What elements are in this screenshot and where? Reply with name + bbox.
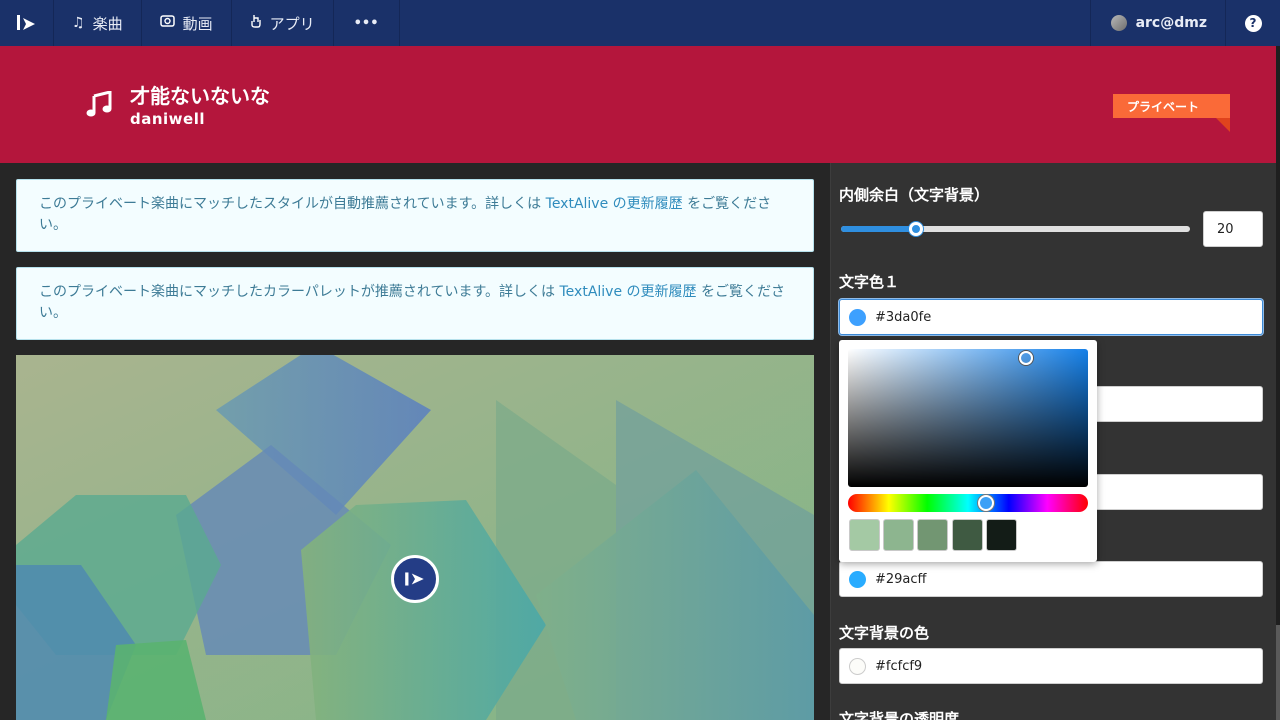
notice-text: このプライベート楽曲にマッチしたスタイルが自動推薦されています。詳しくは xyxy=(39,196,546,212)
style-recommendation-notice: このプライベート楽曲にマッチしたスタイルが自動推薦されています。詳しくは Tex… xyxy=(16,179,814,252)
text-bg-color-value: #fcfcf9 xyxy=(875,658,923,674)
hue-slider-handle[interactable] xyxy=(978,495,994,511)
changelog-link[interactable]: TextAlive の更新履歴 xyxy=(546,196,683,212)
text-color2-field[interactable]: #29acff xyxy=(839,561,1263,597)
text-color1-swatch xyxy=(849,308,866,326)
preset-swatch-5[interactable] xyxy=(986,519,1017,551)
changelog-link[interactable]: TextAlive の更新履歴 xyxy=(560,284,697,300)
text-bg-color-label: 文字背景の色 xyxy=(839,624,930,642)
padding-slider-fill xyxy=(841,226,916,232)
text-color1-field[interactable]: #3da0fe xyxy=(839,299,1263,335)
music-note-icon xyxy=(86,91,112,117)
page-scrollbar-track[interactable] xyxy=(1276,46,1280,720)
textalive-logo-icon xyxy=(16,15,35,30)
notice-text: このプライベート楽曲にマッチしたカラーパレットが推薦されています。詳しくは xyxy=(39,284,560,300)
saturation-value-handle[interactable] xyxy=(1019,351,1033,365)
nav-more-button[interactable]: ••• xyxy=(334,0,400,46)
text-color1-label: 文字色１ xyxy=(839,273,900,291)
preset-swatch-1[interactable] xyxy=(849,519,880,551)
help-button[interactable]: ? xyxy=(1226,0,1280,46)
help-icon: ? xyxy=(1244,14,1262,32)
textalive-logo[interactable] xyxy=(0,0,54,46)
text-bg-color-swatch xyxy=(849,657,866,675)
play-logo-icon xyxy=(405,572,424,586)
private-badge-fold xyxy=(1216,118,1230,132)
nav-videos[interactable]: 動画 xyxy=(142,0,232,46)
nav-videos-label: 動画 xyxy=(182,14,213,33)
text-color2-value: #29acff xyxy=(875,571,927,587)
song-artist: daniwell xyxy=(130,110,205,128)
user-menu[interactable]: arc@dmz xyxy=(1089,0,1226,46)
song-title: 才能ないないな xyxy=(130,84,270,108)
preset-swatch-2[interactable] xyxy=(883,519,914,551)
preset-swatch-3[interactable] xyxy=(917,519,948,551)
more-dots-icon: ••• xyxy=(353,15,379,31)
user-name: arc@dmz xyxy=(1135,15,1207,31)
saturation-value-area[interactable] xyxy=(848,349,1088,487)
padding-label: 内側余白（文字背景） xyxy=(839,186,990,204)
text-color2-swatch xyxy=(849,570,866,588)
nav-songs-label: 楽曲 xyxy=(92,14,123,33)
nav-apps-label: アプリ xyxy=(269,14,315,33)
song-banner: 才能ないないな daniwell プライベート xyxy=(0,46,1276,163)
video-icon xyxy=(159,15,175,31)
hue-slider[interactable] xyxy=(848,494,1088,512)
private-badge: プライベート xyxy=(1113,94,1230,118)
music-note-icon: ♫ xyxy=(72,15,85,31)
avatar xyxy=(1110,15,1127,31)
palette-recommendation-notice: このプライベート楽曲にマッチしたカラーパレットが推薦されています。詳しくは Te… xyxy=(16,267,814,340)
top-navigation: ♫ 楽曲 動画 アプリ ••• arc@dmz ? xyxy=(0,0,1280,46)
preview-graphic xyxy=(16,355,814,720)
text-bg-color-field[interactable]: #fcfcf9 xyxy=(839,648,1263,684)
preset-swatch-4[interactable] xyxy=(952,519,983,551)
page-scrollbar-thumb[interactable] xyxy=(1276,625,1280,720)
padding-number-input[interactable]: 20 xyxy=(1203,211,1263,247)
padding-slider-thumb[interactable] xyxy=(909,222,923,236)
app-hand-icon xyxy=(250,14,262,32)
text-color1-value: #3da0fe xyxy=(875,309,932,325)
text-bg-opacity-label: 文字背景の透明度 xyxy=(839,710,960,720)
video-preview[interactable] xyxy=(16,355,814,720)
nav-apps[interactable]: アプリ xyxy=(232,0,334,46)
play-button[interactable] xyxy=(391,555,439,603)
nav-songs[interactable]: ♫ 楽曲 xyxy=(54,0,142,46)
